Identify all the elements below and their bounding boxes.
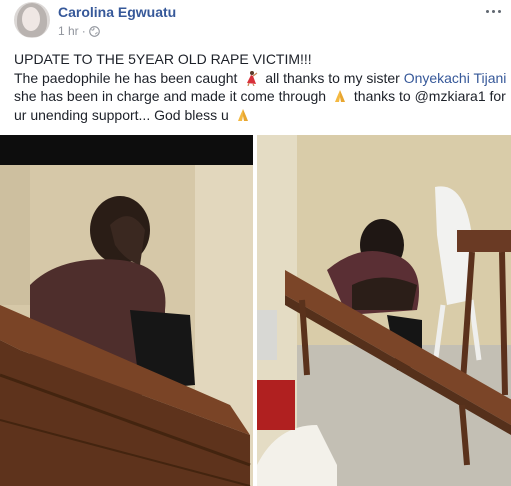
meta-separator: · [81,24,86,38]
mention-link-onyekachi[interactable]: Onyekachi Tijani [404,70,507,86]
post-header: Carolina Egwuatu 1 hr · [0,0,511,44]
photo-left[interactable] [0,135,253,486]
avatar[interactable] [14,2,50,38]
folded-hands-icon [237,108,248,121]
post-meta: 1 hr · [58,24,100,38]
post-text-line-4: ur unending support... God bless u [14,106,504,125]
dancer-emoji-icon [247,70,258,86]
globe-icon[interactable] [88,25,100,37]
ellipsis-icon[interactable] [483,4,503,18]
photo-grid [0,135,511,486]
photo-right[interactable] [257,135,511,486]
timestamp[interactable]: 1 hr [58,24,79,38]
post-text: UPDATE TO THE 5YEAR OLD RAPE VICTIM!!! T… [14,50,507,125]
folded-hands-icon [335,90,345,103]
post-text-line-2: The paedophile he has been caught all th… [14,69,507,86]
author-name[interactable]: Carolina Egwuatu [58,4,176,20]
post-text-line-3: she has been in charge and made it come … [14,88,506,105]
post-text-line-1: UPDATE TO THE 5YEAR OLD RAPE VICTIM!!! [14,51,312,67]
